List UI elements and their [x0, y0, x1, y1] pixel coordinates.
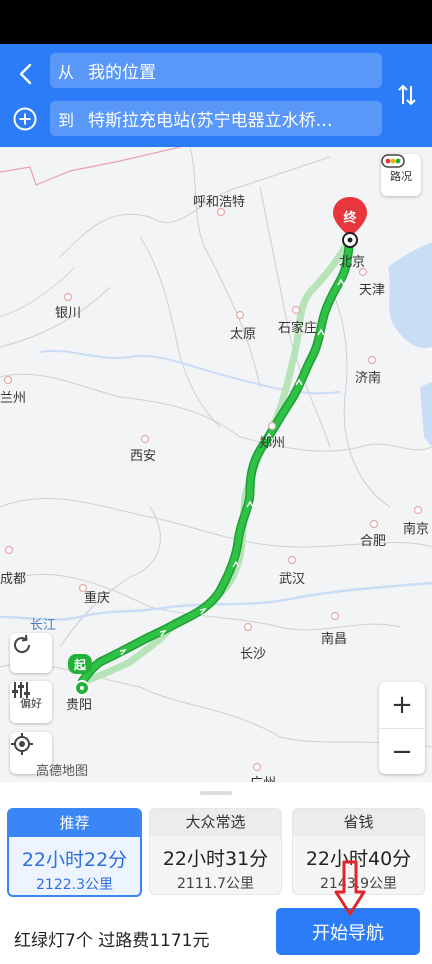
- down-arrow-annotation-icon: [334, 860, 366, 916]
- route-option-card[interactable]: 大众常选 22小时31分 2111.7公里: [149, 808, 282, 895]
- route-option-tab: 大众常选: [150, 809, 281, 836]
- origin-prefix: 从: [58, 62, 75, 82]
- city-label: 北京: [339, 255, 366, 270]
- city-label: 天津: [359, 283, 386, 298]
- route-option-distance: 2111.7公里: [177, 876, 254, 892]
- route-options-panel: 推荐 22小时22分 2122.3公里 大众常选 22小时31分 2111.7公…: [0, 782, 432, 964]
- city-label: 成都: [0, 572, 27, 587]
- zoom-control: + −: [379, 682, 425, 774]
- route-header: 从 我的位置 到 特斯拉充电站(苏宁电器立水桥…: [0, 44, 432, 147]
- city-label: 贵阳: [66, 698, 93, 713]
- city-label: 兰州: [0, 391, 27, 406]
- city-label: 太原: [230, 327, 257, 342]
- city-label: 南京: [403, 522, 430, 537]
- city-label: 广州: [250, 772, 276, 782]
- locate-crosshair-icon: [11, 733, 33, 755]
- map-watermark: 高德地图: [36, 764, 89, 779]
- start-marker-label: 起: [73, 658, 86, 672]
- refresh-button[interactable]: [10, 633, 52, 673]
- traffic-light-icon: [381, 154, 405, 168]
- drag-handle[interactable]: [200, 791, 232, 795]
- city-label: 西安: [130, 449, 157, 464]
- zoom-out-button[interactable]: −: [379, 729, 425, 774]
- swap-arrows-icon: [398, 84, 416, 106]
- city-label: 武汉: [279, 572, 306, 587]
- refresh-icon: [14, 634, 31, 654]
- route-map[interactable]: 呼和浩特 北京 天津 银川 太原 石家庄 济南 郑州 西安 南京 合肥 成都 武…: [0, 147, 432, 782]
- city-label: 济南: [355, 371, 382, 386]
- end-marker-label: 终: [343, 211, 357, 226]
- city-label: 银川: [55, 306, 82, 321]
- city-label: 呼和浩特: [193, 195, 246, 210]
- route-summary-info: 红绿灯7个 过路费1171元: [14, 931, 210, 951]
- back-button[interactable]: [10, 58, 42, 90]
- origin-value: 我的位置: [88, 63, 157, 83]
- city-label: 南昌: [321, 632, 348, 647]
- sliders-icon: [12, 682, 30, 698]
- destination-prefix: 到: [58, 110, 75, 130]
- city-label: 石家庄: [278, 321, 318, 336]
- preference-button[interactable]: 偏好: [10, 681, 52, 723]
- destination-value: 特斯拉充电站(苏宁电器立水桥…: [88, 111, 333, 131]
- zoom-in-button[interactable]: +: [379, 682, 425, 729]
- route-option-distance: 2122.3公里: [36, 877, 113, 893]
- city-label: 长沙: [240, 647, 267, 662]
- route-option-card[interactable]: 推荐 22小时22分 2122.3公里: [7, 808, 142, 897]
- route-option-tab: 推荐: [9, 810, 140, 837]
- city-label: 重庆: [84, 591, 111, 606]
- add-waypoint-button[interactable]: [10, 104, 40, 134]
- city-label: 合肥: [360, 534, 387, 549]
- status-bar: [0, 0, 432, 44]
- map-canvas: [0, 147, 432, 772]
- city-label: 郑州: [259, 436, 286, 451]
- swap-button[interactable]: [392, 80, 422, 110]
- chevron-left-icon: [19, 63, 32, 85]
- traffic-toggle-button[interactable]: 路况: [381, 154, 421, 196]
- route-option-time: 22小时22分: [21, 849, 128, 871]
- traffic-label: 路况: [390, 169, 412, 183]
- add-circle-icon: [13, 107, 37, 131]
- route-option-tab: 省钱: [293, 809, 424, 836]
- route-option-time: 22小时31分: [162, 848, 269, 870]
- river-label: 长江: [30, 618, 57, 633]
- origin-field[interactable]: 从 我的位置: [50, 53, 382, 88]
- destination-field[interactable]: 到 特斯拉充电站(苏宁电器立水桥…: [50, 101, 382, 136]
